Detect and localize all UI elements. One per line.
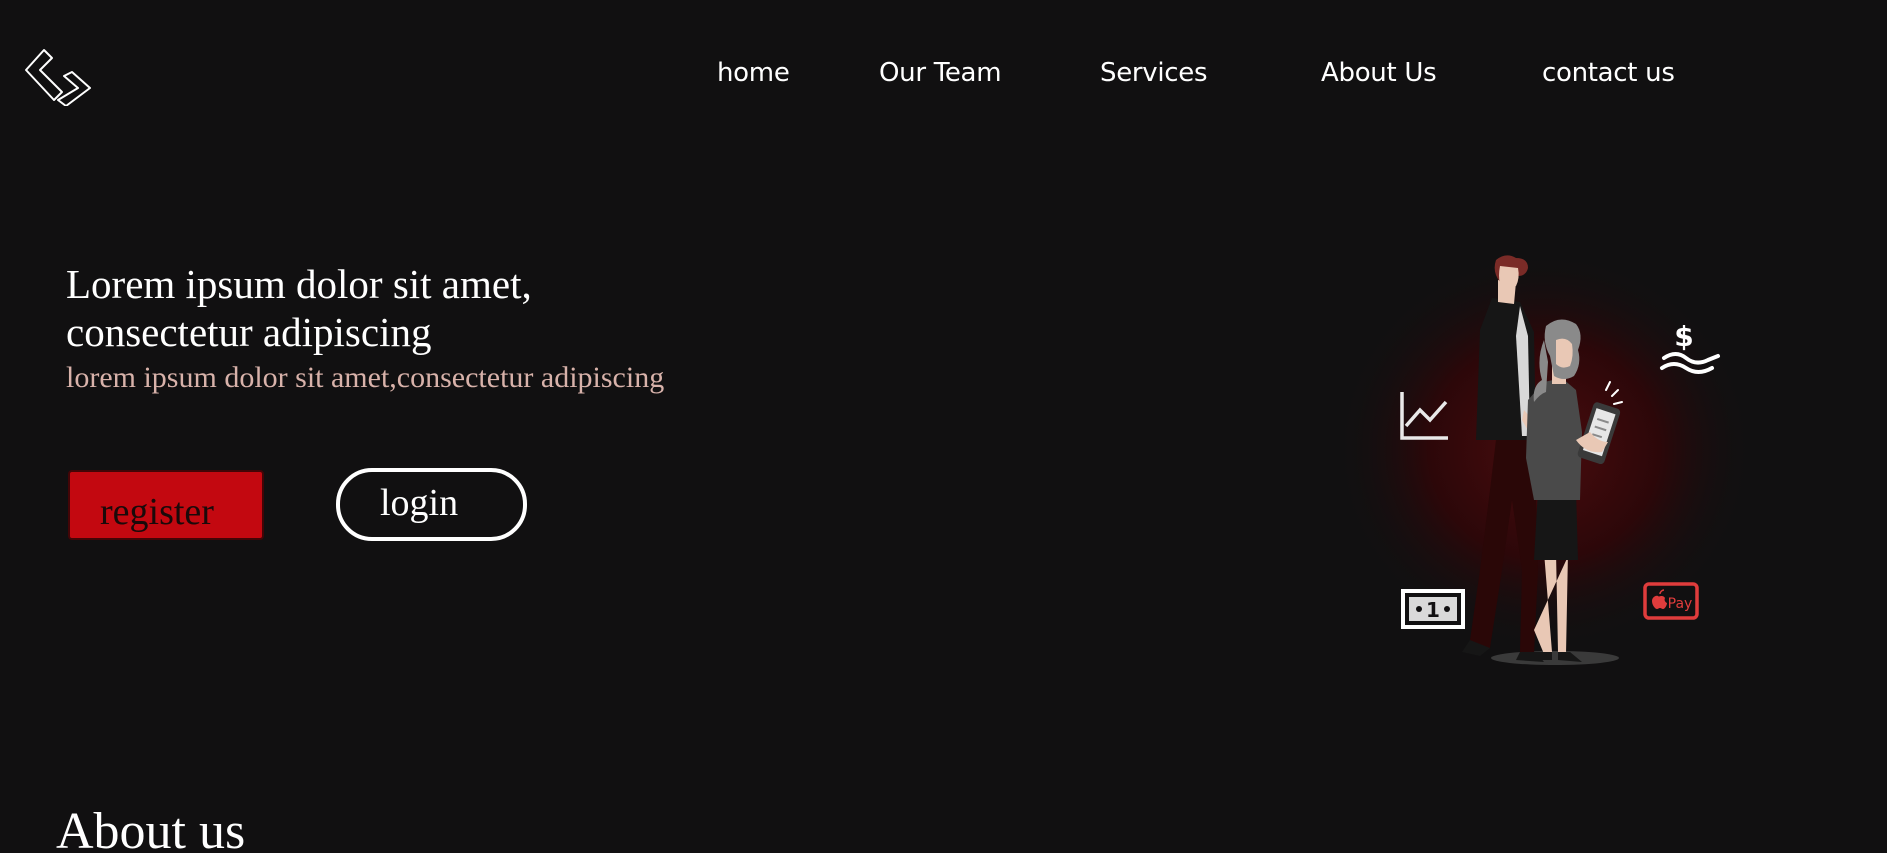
login-button[interactable]: login (336, 468, 527, 541)
nav-services-link[interactable]: Services (1100, 58, 1208, 88)
hero-title: Lorem ipsum dolor sit amet, consectetur … (66, 261, 532, 355)
nav-home-link[interactable]: home (717, 58, 790, 88)
hero-illustration: $ 1 Pay (1334, 250, 1754, 665)
hero-subtitle: lorem ipsum dolor sit amet,consectetur a… (66, 361, 665, 394)
nav-about-us-link[interactable]: About Us (1321, 58, 1437, 88)
about-heading: About us (56, 803, 246, 853)
nav-contact-us-link[interactable]: contact us (1542, 58, 1675, 88)
nav-our-team-link[interactable]: Our Team (879, 58, 1002, 88)
svg-text:1: 1 (1426, 598, 1440, 622)
svg-text:Pay: Pay (1668, 596, 1693, 612)
cash-bill-icon: 1 (1401, 589, 1465, 629)
ground-shadow (1491, 651, 1619, 665)
svg-text:$: $ (1674, 320, 1693, 353)
logo-icon[interactable] (22, 44, 94, 106)
register-button[interactable]: register (68, 470, 264, 540)
